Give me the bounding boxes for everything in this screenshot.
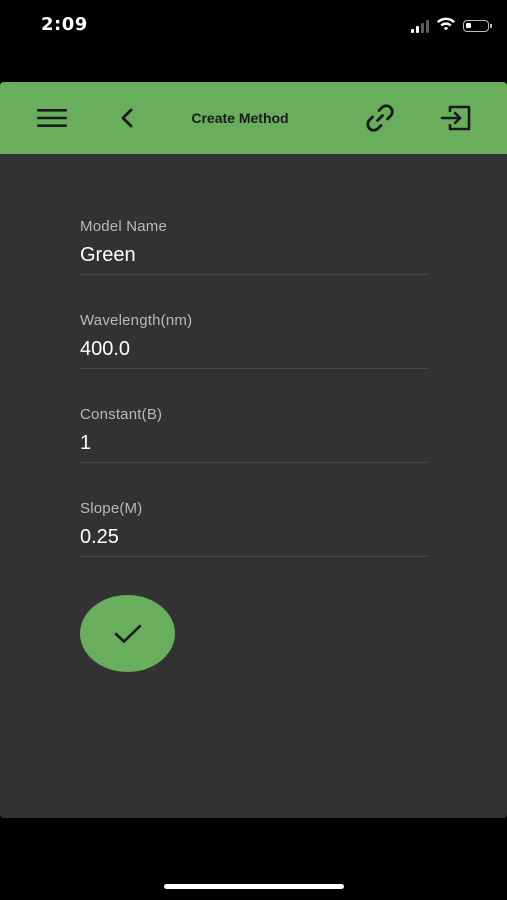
slope-field: Slope(M): [80, 500, 428, 594]
exit-button[interactable]: [434, 82, 478, 154]
constant-label: Constant(B): [80, 406, 163, 423]
wavelength-input[interactable]: [80, 334, 428, 369]
slope-label: Slope(M): [80, 500, 143, 517]
status-bar: 2:09: [0, 0, 507, 56]
signal-icon: [411, 19, 429, 33]
model-name-label: Model Name: [80, 218, 168, 235]
slope-input[interactable]: [80, 522, 428, 557]
model-name-input[interactable]: [80, 240, 428, 275]
status-time: 2:09: [41, 14, 88, 35]
model-name-field: Model Name: [80, 218, 428, 312]
link-icon: [366, 104, 394, 132]
app-window: Create Method Model Name Green Wavelengt…: [0, 82, 507, 818]
exit-icon: [440, 105, 471, 131]
toolbar: Create Method: [0, 82, 507, 154]
menu-button[interactable]: [32, 82, 72, 154]
menu-icon: [37, 109, 67, 127]
back-button[interactable]: [112, 82, 142, 154]
back-chevron-icon: [121, 108, 133, 128]
confirm-button[interactable]: [80, 595, 175, 672]
constant-input[interactable]: [80, 428, 428, 463]
battery-icon: [463, 20, 492, 32]
home-indicator[interactable]: [164, 884, 344, 889]
wavelength-field: Wavelength(nm): [80, 312, 428, 406]
create-method-form: Model Name Wavelength(nm) Constant(B) Sl…: [80, 218, 428, 594]
page-title: Create Method: [191, 110, 289, 126]
constant-field: Constant(B): [80, 406, 428, 500]
checkmark-icon: [114, 624, 141, 643]
wavelength-label: Wavelength(nm): [80, 312, 193, 329]
wifi-icon: [436, 16, 456, 36]
phone-screen: 2:09 Create Method Model Name Green Wave…: [0, 0, 507, 900]
link-button[interactable]: [358, 82, 402, 154]
status-icons: [411, 16, 492, 36]
